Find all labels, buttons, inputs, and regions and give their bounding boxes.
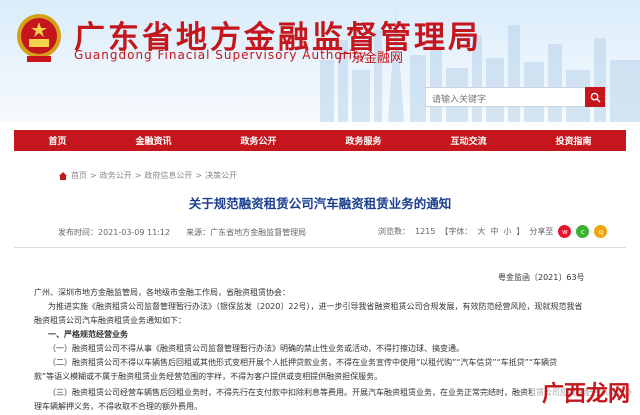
- svg-text:广西龙网: 广西龙网: [542, 381, 630, 407]
- body-paragraph: （一）融资租赁公司不得从事《融资租赁公司监督管理暂行办法》明确的禁止性业务或活动…: [48, 344, 464, 353]
- share-label: 分享至: [529, 227, 554, 236]
- wechat-icon[interactable]: c: [576, 225, 590, 238]
- body-paragraph: 广州、深圳市地方金融监管局，各地级市金融工作局，省融资租赁协会：: [34, 288, 290, 297]
- divider: [14, 247, 626, 248]
- body-paragraph: 理车辆解押义务，不得收取不合理的额外费用。: [34, 402, 202, 411]
- document-number: 粤金监函〔2021〕63号: [498, 273, 585, 282]
- nav-investment-guide[interactable]: 投资指南: [549, 134, 597, 147]
- site-title-english: Guangdong Finacial Supervisory Authority: [74, 48, 367, 62]
- body-paragraph: 款”等语义模糊或不属于融资租赁业务经营范围的字样，不得为客户提供或变相提供融资担…: [34, 372, 383, 381]
- article-tools: 浏览数： 1215 【字体： 大 中 小 】 分享至 w c q: [378, 225, 608, 238]
- breadcrumb: 首页 > 政务公开 > 政府信息公开 > 决策公开: [58, 170, 237, 181]
- font-size-medium[interactable]: 中: [490, 226, 498, 237]
- nav-home[interactable]: 首页: [42, 134, 72, 147]
- nav-interaction[interactable]: 互动交流: [444, 134, 492, 147]
- publish-date: 发布时间：2021-03-09 11:12: [58, 228, 171, 237]
- breadcrumb-government-affairs[interactable]: 政务公开: [100, 170, 132, 181]
- nav-finance-news[interactable]: 金融资讯: [129, 134, 177, 147]
- font-size-large[interactable]: 大: [477, 226, 485, 237]
- site-header: 广东省地方金融监督管理局 Guangdong Finacial Supervis…: [0, 0, 640, 122]
- home-icon: [59, 171, 67, 180]
- font-size-bracket: 】: [516, 227, 525, 236]
- breadcrumb-separator: >: [195, 171, 203, 180]
- main-nav: 首页 金融资讯 政务公开 政务服务 互动交流 投资指南: [14, 130, 626, 151]
- breadcrumb-info-disclosure[interactable]: 政府信息公开: [144, 170, 192, 181]
- weibo-icon[interactable]: w: [558, 225, 572, 238]
- breadcrumb-home[interactable]: 首页: [71, 170, 87, 181]
- article-title: 关于规范融资租赁公司汽车融资租赁业务的通知: [188, 196, 452, 211]
- search-icon: [590, 92, 601, 103]
- article-source: 来源：广东省地方金融监督管理局: [186, 228, 307, 237]
- views-count: 1215: [415, 227, 436, 236]
- font-size-label: 【字体：: [440, 227, 473, 236]
- body-paragraph: （二）融资租赁公司不得以车辆售后回租或其他形式变相开展个人抵押贷款业务，不得在业…: [48, 358, 558, 367]
- search-button[interactable]: [585, 87, 605, 107]
- national-emblem-icon: [17, 14, 61, 62]
- views-label: 浏览数：: [378, 227, 410, 236]
- qq-icon[interactable]: q: [594, 225, 608, 238]
- section-heading: 一、严格规范经营业务: [48, 330, 128, 339]
- nav-government-services[interactable]: 政务服务: [339, 134, 387, 147]
- site-subtitle: 广东金融网: [338, 51, 404, 66]
- search-input[interactable]: 请输入关键字: [425, 87, 605, 107]
- font-size-small[interactable]: 小: [503, 226, 511, 237]
- article-meta: 发布时间：2021-03-09 11:12 来源：广东省地方金融监督管理局: [58, 227, 306, 238]
- breadcrumb-decision-disclosure[interactable]: 决策公开: [205, 170, 237, 181]
- body-paragraph: 融资租赁公司汽车融资租赁业务通知如下：: [34, 316, 186, 325]
- breadcrumb-separator: >: [90, 171, 97, 180]
- breadcrumb-separator: >: [134, 171, 142, 180]
- watermark-logo: 广西龙网: [532, 368, 640, 415]
- nav-government-affairs-disclosure[interactable]: 政务公开: [234, 134, 282, 147]
- body-paragraph: 为推进实施《融资租赁公司监督管理暂行办法》（银保监发〔2020〕22号），进一步…: [48, 302, 583, 311]
